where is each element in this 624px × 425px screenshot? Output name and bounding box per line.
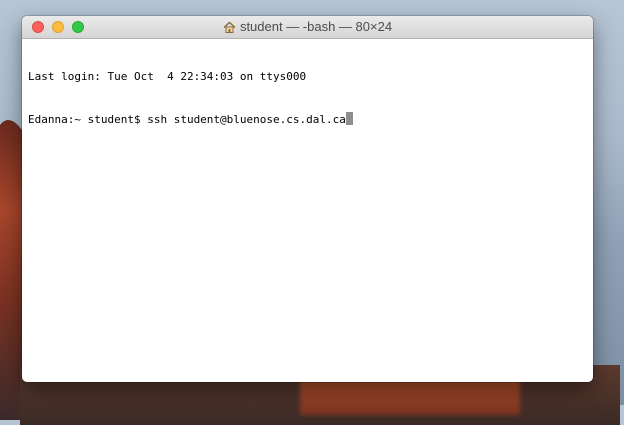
terminal-content[interactable]: Last login: Tue Oct 4 22:34:03 on ttys00… <box>22 39 593 157</box>
home-icon <box>223 21 236 36</box>
window-title-text: student — -bash — 80×24 <box>239 19 393 34</box>
terminal-line-last-login: Last login: Tue Oct 4 22:34:03 on ttys00… <box>28 70 307 83</box>
terminal-window[interactable]: student — -bash — 80×24 Last login: Tue … <box>22 16 593 382</box>
text-cursor <box>345 112 353 125</box>
terminal-line-prompt: Edanna:~ student$ ssh student@bluenose.c… <box>28 112 587 126</box>
prompt-command: Edanna:~ student$ ssh student@bluenose.c… <box>28 113 346 126</box>
title-bar[interactable]: student — -bash — 80×24 <box>22 16 593 39</box>
window-title: student — -bash — 80×24 <box>22 19 593 36</box>
